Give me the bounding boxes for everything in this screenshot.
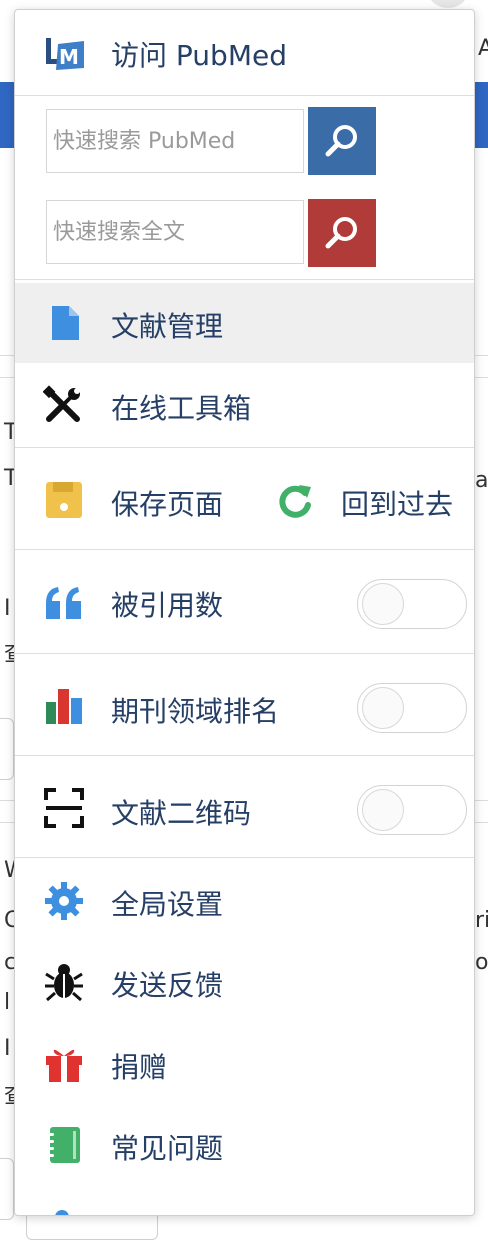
- search-icon: [325, 217, 357, 249]
- feedback-label: 发送反馈: [111, 969, 224, 1002]
- citations-toggle[interactable]: [357, 579, 467, 629]
- donate-label: 捐赠: [111, 1051, 168, 1084]
- divider: [15, 549, 474, 550]
- go-back-label: 回到过去: [341, 488, 454, 521]
- divider: [15, 653, 474, 654]
- citations-menu-item: 被引用数: [15, 562, 474, 642]
- document-icon: [52, 306, 79, 340]
- toolbox-label: 在线工具箱: [111, 392, 252, 425]
- save-page-menu-item[interactable]: 保存页面: [15, 459, 245, 539]
- toggle-knob: [362, 687, 404, 729]
- toggle-knob: [362, 789, 404, 831]
- wrench-screwdriver-icon: [43, 385, 80, 422]
- notebook-icon: [47, 1127, 80, 1163]
- faq-label: 常见问题: [111, 1132, 224, 1165]
- feedback-menu-item[interactable]: 发送反馈: [15, 942, 474, 1022]
- background-text: I: [4, 596, 11, 621]
- search-icon: [325, 125, 357, 157]
- qr-code-menu-item: 文献二维码: [15, 768, 474, 848]
- journal-rank-toggle[interactable]: [357, 683, 467, 733]
- background-box: [0, 718, 14, 780]
- settings-label: 全局设置: [111, 888, 224, 921]
- pubmed-search-input[interactable]: [46, 109, 304, 173]
- divider: [15, 857, 474, 858]
- scan-qr-icon: [44, 788, 84, 828]
- divider: [15, 755, 474, 756]
- background-text: a: [475, 468, 488, 493]
- background-text: ri: [475, 908, 488, 933]
- toggle-knob: [362, 583, 404, 625]
- bug-icon: [45, 964, 83, 1002]
- pubmed-logo-icon: M: [46, 38, 84, 70]
- qr-code-label: 文献二维码: [111, 797, 252, 830]
- library-menu-item[interactable]: 文献管理: [15, 283, 474, 363]
- go-back-menu-item[interactable]: 回到过去: [265, 459, 474, 539]
- toolbox-menu-item[interactable]: 在线工具箱: [15, 365, 474, 445]
- browser-button-shadow: [428, 0, 468, 8]
- background-box: [0, 1158, 14, 1220]
- faq-menu-item[interactable]: 常见问题: [15, 1105, 474, 1185]
- divider: [15, 279, 474, 280]
- background-text: A: [478, 36, 488, 61]
- next-item-icon: [55, 1210, 69, 1215]
- extension-popup: M 访问 PubMed 文献管理: [14, 9, 475, 1216]
- background-text: l: [4, 990, 11, 1015]
- gift-icon: [46, 1049, 82, 1082]
- floppy-disk-icon: [46, 482, 82, 518]
- gear-icon: [45, 882, 83, 920]
- qr-code-toggle[interactable]: [357, 785, 467, 835]
- bar-chart-icon: [46, 689, 82, 724]
- background-text: or: [475, 950, 488, 975]
- svg-text:M: M: [59, 45, 79, 69]
- save-page-label: 保存页面: [111, 488, 224, 521]
- fulltext-search-input[interactable]: [46, 200, 304, 264]
- background-text: I: [4, 1036, 11, 1061]
- quote-icon: [46, 587, 81, 619]
- fulltext-search-button[interactable]: [308, 199, 376, 267]
- donate-menu-item[interactable]: 捐赠: [15, 1024, 474, 1104]
- divider: [15, 447, 474, 448]
- library-label: 文献管理: [111, 310, 224, 343]
- divider: [15, 95, 474, 96]
- visit-pubmed-label: 访问 PubMed: [111, 39, 287, 72]
- refresh-icon: [279, 485, 311, 518]
- journal-rank-menu-item: 期刊领域排名: [15, 666, 474, 746]
- pubmed-search-button[interactable]: [308, 107, 376, 175]
- visit-pubmed-link[interactable]: M 访问 PubMed: [15, 10, 474, 96]
- citations-label: 被引用数: [111, 589, 224, 622]
- settings-menu-item[interactable]: 全局设置: [15, 861, 474, 941]
- journal-rank-label: 期刊领域排名: [111, 695, 280, 728]
